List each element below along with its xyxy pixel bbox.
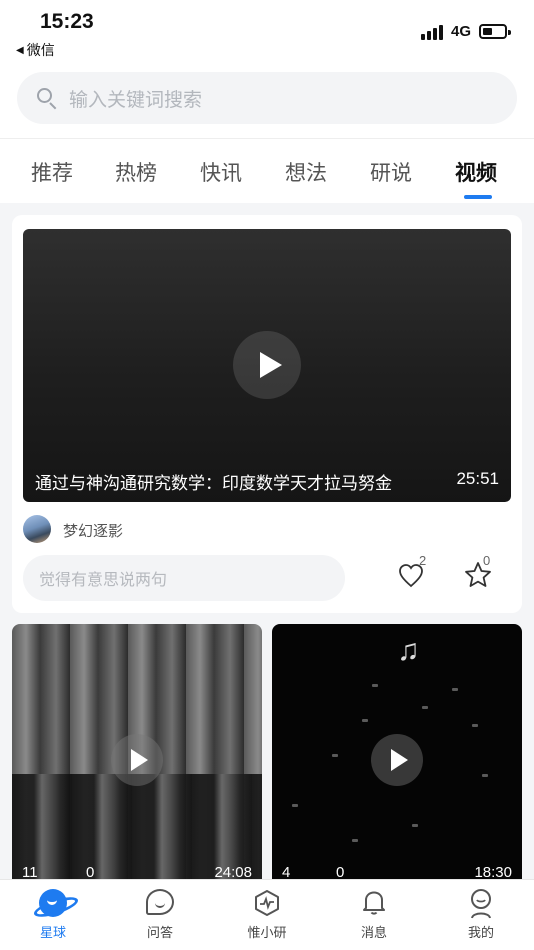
- bell-icon: [363, 891, 385, 915]
- chat-bubble-icon: [146, 889, 174, 915]
- active-tab-indicator: [464, 195, 492, 199]
- play-icon[interactable]: [233, 331, 301, 399]
- tab-ideas[interactable]: 想法: [285, 157, 327, 187]
- like-count: 2: [419, 553, 427, 568]
- nav-label: 消息: [360, 925, 387, 940]
- search-icon: [35, 86, 59, 110]
- author-avatar[interactable]: [23, 515, 51, 543]
- tab-video[interactable]: 视频: [455, 157, 497, 187]
- like-count: 0: [336, 864, 345, 879]
- status-bar: 15:23 ◀ 微信 4G: [0, 0, 534, 62]
- nav-label: 我的: [467, 925, 494, 940]
- hexagon-pulse-icon: [255, 890, 279, 916]
- search-bar[interactable]: 输入关键词搜索: [17, 72, 517, 124]
- tab-recommend[interactable]: 推荐: [31, 157, 73, 187]
- comment-placeholder: 觉得有意思说两句: [39, 572, 168, 589]
- nav-label: 惟小研: [247, 925, 287, 940]
- nav-label: 问答: [146, 925, 173, 940]
- network-type: 4G: [451, 23, 472, 40]
- comment-input[interactable]: 觉得有意思说两句: [23, 555, 345, 601]
- nav-item-qa[interactable]: 问答: [125, 886, 195, 941]
- tab-bar: 推荐 热榜 快讯 想法 研说 视频: [0, 139, 534, 203]
- featured-video-card: 通过与神沟通研究数学：印度数学天才拉马努金 25:51 梦幻逐影 觉得有意思说两…: [12, 215, 522, 613]
- music-note-icon: ♫: [397, 634, 420, 667]
- profile-icon: [471, 889, 491, 919]
- photo-count: 11: [22, 864, 38, 879]
- video-duration: 18:30: [474, 864, 512, 879]
- video-meta: 4 0 18:30: [272, 862, 522, 879]
- video-duration: 25:51: [456, 469, 499, 488]
- video-meta: 11 0 24:08: [12, 862, 262, 879]
- play-icon[interactable]: [371, 734, 423, 786]
- photo-count: 4: [282, 864, 291, 879]
- status-time: 15:23: [40, 10, 94, 33]
- nav-item-assistant[interactable]: 惟小研: [232, 886, 302, 941]
- signal-icon: [421, 24, 443, 40]
- back-app-label: 微信: [26, 42, 55, 58]
- planet-icon: [39, 889, 67, 917]
- featured-video-player[interactable]: 通过与神沟通研究数学：印度数学天才拉马努金 25:51: [23, 229, 511, 502]
- video-title: 通过与神沟通研究数学：印度数学天才拉马努金: [35, 474, 392, 493]
- nav-item-planet[interactable]: 星球: [18, 886, 88, 941]
- play-icon[interactable]: [111, 734, 163, 786]
- video-feed: 通过与神沟通研究数学：印度数学天才拉马努金 25:51 梦幻逐影 觉得有意思说两…: [0, 203, 534, 879]
- tab-hot[interactable]: 热榜: [115, 157, 157, 187]
- video-thumbnail[interactable]: ♫ 4 0 18:30: [272, 624, 522, 879]
- back-triangle-icon: ◀: [16, 44, 24, 56]
- nav-item-messages[interactable]: 消息: [339, 886, 409, 941]
- video-thumbnail[interactable]: 11 0 24:08: [12, 624, 262, 879]
- search-input[interactable]: 输入关键词搜索: [69, 85, 202, 112]
- tab-news[interactable]: 快讯: [200, 157, 242, 187]
- tab-research[interactable]: 研说: [370, 157, 412, 187]
- nav-item-profile[interactable]: 我的: [446, 886, 516, 941]
- bottom-nav: 星球 问答 惟小研 消息 我的: [0, 879, 534, 950]
- author-name[interactable]: 梦幻逐影: [63, 520, 123, 541]
- favorite-count: 0: [483, 553, 491, 568]
- back-to-app-button[interactable]: ◀ 微信: [16, 40, 55, 60]
- like-count: 0: [86, 864, 95, 879]
- battery-icon: [479, 24, 511, 39]
- nav-label: 星球: [39, 925, 66, 940]
- video-duration: 24:08: [214, 864, 252, 879]
